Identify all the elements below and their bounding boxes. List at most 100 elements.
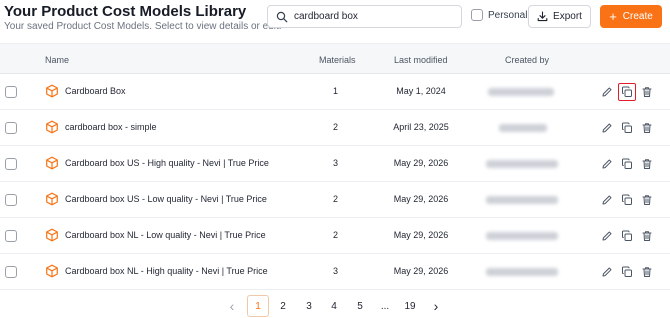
search-input[interactable]: [294, 11, 454, 22]
personal-checkbox[interactable]: [471, 9, 483, 21]
page-button-4[interactable]: 4: [327, 295, 341, 317]
page-button-2[interactable]: 2: [276, 295, 290, 317]
copy-icon: [622, 230, 632, 241]
pencil-icon: [602, 159, 612, 169]
column-last-modified[interactable]: Last modified: [394, 55, 448, 65]
copy-icon: [622, 86, 632, 97]
row-actions: [598, 191, 658, 209]
row-materials: 1: [333, 86, 339, 96]
row-name[interactable]: Cardboard box NL - High quality - Nevi |…: [65, 266, 268, 276]
row-name[interactable]: Cardboard box US - Low quality - Nevi | …: [65, 194, 267, 204]
duplicate-button[interactable]: [618, 119, 636, 137]
page-ellipsis: ...: [380, 300, 390, 312]
pencil-icon: [602, 87, 612, 97]
trash-icon: [642, 195, 652, 205]
page-button-19[interactable]: 19: [402, 295, 418, 317]
edit-button[interactable]: [598, 155, 616, 173]
edit-button[interactable]: [598, 83, 616, 101]
models-table: Name Materials Last modified Created by …: [0, 43, 670, 290]
row-actions: [598, 263, 658, 281]
column-name[interactable]: Name: [45, 55, 69, 65]
table-row[interactable]: Cardboard box NL - Low quality - Nevi | …: [0, 218, 670, 254]
row-materials: 3: [333, 266, 339, 276]
box-icon: [46, 120, 58, 134]
trash-icon: [642, 231, 652, 241]
edit-button[interactable]: [598, 227, 616, 245]
row-name[interactable]: cardboard box - simple: [65, 122, 157, 132]
row-last-modified: May 29, 2026: [393, 194, 449, 204]
table-row[interactable]: cardboard box - simple 2 April 23, 2025: [0, 110, 670, 146]
export-label: Export: [553, 11, 582, 22]
page-button-5[interactable]: 5: [353, 295, 367, 317]
copy-icon: [622, 194, 632, 205]
row-last-modified: May 29, 2026: [393, 266, 449, 276]
next-page-button[interactable]: ›: [428, 295, 444, 317]
pencil-icon: [602, 231, 612, 241]
delete-button[interactable]: [638, 191, 656, 209]
row-last-modified: May 1, 2024: [396, 86, 446, 96]
row-created-by-redacted: [486, 160, 558, 168]
row-checkbox[interactable]: [5, 266, 17, 278]
column-created-by[interactable]: Created by: [505, 55, 549, 65]
row-name[interactable]: Cardboard box US - High quality - Nevi |…: [65, 158, 269, 168]
table-row[interactable]: Cardboard box US - High quality - Nevi |…: [0, 146, 670, 182]
row-last-modified: April 23, 2025: [393, 122, 449, 132]
pencil-icon: [602, 123, 612, 133]
trash-icon: [642, 123, 652, 133]
trash-icon: [642, 87, 652, 97]
row-checkbox[interactable]: [5, 122, 17, 134]
duplicate-button[interactable]: [618, 263, 636, 281]
create-label: Create: [622, 11, 653, 22]
box-icon: [46, 156, 58, 170]
table-row[interactable]: Cardboard box NL - High quality - Nevi |…: [0, 254, 670, 290]
delete-button[interactable]: [638, 227, 656, 245]
create-button[interactable]: + Create: [600, 5, 662, 28]
delete-button[interactable]: [638, 263, 656, 281]
plus-icon: +: [609, 9, 617, 24]
row-created-by-redacted: [499, 124, 547, 132]
delete-button[interactable]: [638, 119, 656, 137]
page-button-3[interactable]: 3: [302, 295, 316, 317]
row-materials: 3: [333, 158, 339, 168]
box-icon: [46, 264, 58, 278]
duplicate-button[interactable]: [618, 83, 636, 101]
row-last-modified: May 29, 2026: [393, 230, 449, 240]
row-checkbox[interactable]: [5, 86, 17, 98]
row-created-by-redacted: [486, 196, 558, 204]
column-materials[interactable]: Materials: [319, 55, 356, 65]
row-checkbox[interactable]: [5, 230, 17, 242]
row-last-modified: May 29, 2026: [393, 158, 449, 168]
search-icon: [276, 11, 288, 22]
row-name[interactable]: Cardboard box NL - Low quality - Nevi | …: [65, 230, 266, 240]
table-row[interactable]: Cardboard Box 1 May 1, 2024: [0, 74, 670, 110]
export-button[interactable]: Export: [528, 5, 591, 28]
row-actions: [598, 119, 658, 137]
row-name[interactable]: Cardboard Box: [65, 86, 126, 96]
row-checkbox[interactable]: [5, 158, 17, 170]
page-button-1[interactable]: 1: [247, 295, 269, 317]
row-created-by-redacted: [486, 232, 558, 240]
edit-button[interactable]: [598, 119, 616, 137]
row-created-by-redacted: [486, 268, 558, 276]
edit-button[interactable]: [598, 263, 616, 281]
page-subtitle: Your saved Product Cost Models. Select t…: [4, 21, 282, 32]
table-row[interactable]: Cardboard box US - Low quality - Nevi | …: [0, 182, 670, 218]
prev-page-button[interactable]: ‹: [224, 295, 240, 317]
duplicate-button[interactable]: [618, 155, 636, 173]
delete-button[interactable]: [638, 83, 656, 101]
duplicate-button[interactable]: [618, 227, 636, 245]
search-field[interactable]: [267, 5, 462, 28]
duplicate-button[interactable]: [618, 191, 636, 209]
row-actions: [598, 227, 658, 245]
delete-button[interactable]: [638, 155, 656, 173]
personal-filter[interactable]: Personal: [471, 9, 527, 21]
box-icon: [46, 228, 58, 242]
edit-button[interactable]: [598, 191, 616, 209]
trash-icon: [642, 267, 652, 277]
pagination: ‹ 1 2 3 4 5 ... 19 ›: [0, 295, 670, 317]
row-actions: [598, 83, 658, 101]
box-icon: [46, 192, 58, 206]
row-checkbox[interactable]: [5, 194, 17, 206]
row-actions: [598, 155, 658, 173]
pencil-icon: [602, 195, 612, 205]
